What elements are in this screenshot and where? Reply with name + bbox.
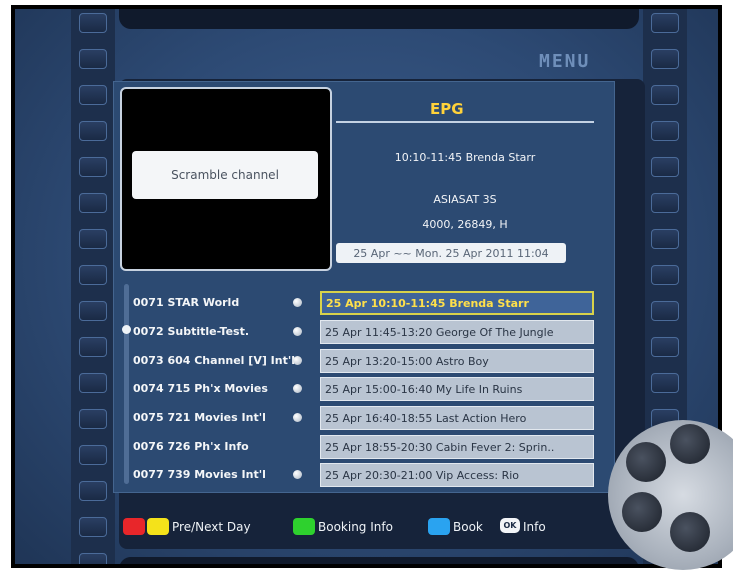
event-list-item-selected[interactable]: 25 Apr 10:10-11:45 Brenda Starr [320,291,594,315]
bottom-bar-decoration [119,557,639,564]
booking-info-label: Booking Info [318,520,393,534]
channel-name: 0074 715 Ph'x Movies [133,382,268,395]
channel-name: 0075 721 Movies Int'l [133,411,266,424]
menu-label: MENU [539,51,591,72]
scramble-channel-message: Scramble channel [132,151,318,199]
channel-name: 0076 726 Ph'x Info [133,440,249,453]
transponder-info: 4000, 26849, H [422,218,508,231]
channel-list-item[interactable]: 0071 STAR World [133,292,318,314]
event-indicator-icon [293,470,302,479]
epg-title-divider [336,121,594,123]
channel-list-item[interactable]: 0076 726 Ph'x Info [133,436,318,458]
book-label: Book [453,520,483,534]
event-indicator-icon [293,327,302,336]
channel-list-scroll-thumb[interactable] [122,325,131,334]
top-bar-decoration [119,9,639,29]
channel-list-item[interactable]: 0074 715 Ph'x Movies [133,378,318,400]
channel-name: 0071 STAR World [133,296,240,309]
event-list-item[interactable]: 25 Apr 18:55-20:30 Cabin Fever 2: Sprin.… [320,435,594,459]
event-list-item[interactable]: 25 Apr 13:20-15:00 Astro Boy [320,349,594,373]
event-list-item[interactable]: 25 Apr 20:30-21:00 Vip Access: Rio [320,463,594,487]
event-indicator-icon [293,384,302,393]
epg-title: EPG [430,100,464,118]
channel-name: 0072 Subtitle-Test. [133,325,250,338]
channel-name: 0073 604 Channel [V] Int'l [133,354,296,367]
channel-list-item[interactable]: 0077 739 Movies Int'l [133,464,318,486]
event-list-item[interactable]: 25 Apr 15:00-16:40 My Life In Ruins [320,377,594,401]
event-list-item[interactable]: 25 Apr 11:45-13:20 George Of The Jungle [320,320,594,344]
ok-key-icon: OK [500,518,520,533]
event-indicator-icon [293,356,302,365]
event-indicator-icon [293,298,302,307]
channel-name: 0077 739 Movies Int'l [133,468,266,481]
channel-list-item[interactable]: 0073 604 Channel [V] Int'l [133,350,318,372]
channel-list-scrollbar[interactable] [124,284,129,484]
info-label: Info [523,520,546,534]
yellow-key-icon [147,518,169,535]
pre-next-day-label: Pre/Next Day [172,520,251,534]
blue-key-icon [428,518,450,535]
red-key-icon [123,518,145,535]
channel-list-item[interactable]: 0075 721 Movies Int'l [133,407,318,429]
date-range-bar: 25 Apr ~~ Mon. 25 Apr 2011 11:04 [336,243,566,263]
green-key-icon [293,518,315,535]
event-indicator-icon [293,413,302,422]
event-list-item[interactable]: 25 Apr 16:40-18:55 Last Action Hero [320,406,594,430]
channel-list-item[interactable]: 0072 Subtitle-Test. [133,321,318,343]
current-program-info: 10:10-11:45 Brenda Starr [394,151,536,164]
satellite-name: ASIASAT 3S [433,193,497,206]
film-strip-left-decoration [71,9,115,564]
